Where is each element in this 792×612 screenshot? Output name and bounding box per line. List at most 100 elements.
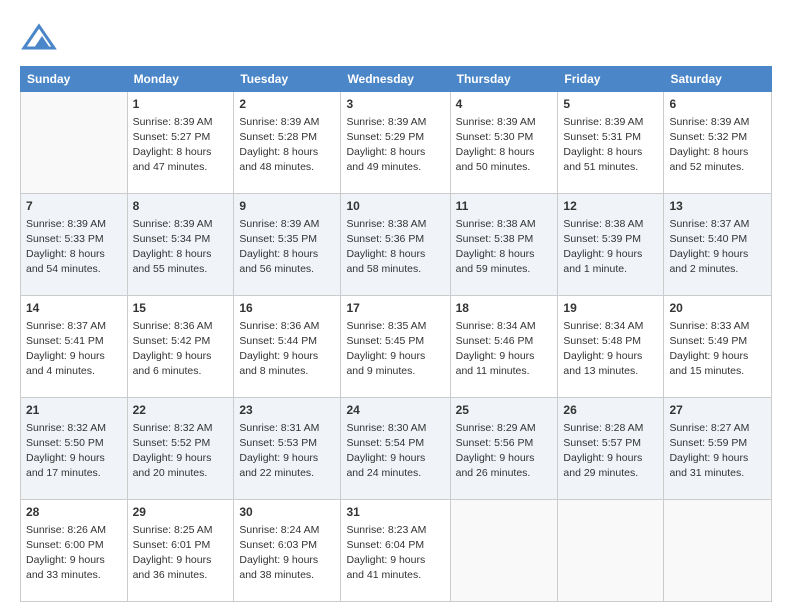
calendar-cell: 29 Sunrise: 8:25 AM Sunset: 6:01 PM Dayli… [127, 500, 234, 602]
logo [20, 18, 60, 56]
calendar-cell: 10 Sunrise: 8:38 AM Sunset: 5:36 PM Dayli… [341, 194, 450, 296]
day-content: Sunrise: 8:34 AM Sunset: 5:48 PM Dayligh… [563, 319, 658, 380]
header-day-monday: Monday [127, 67, 234, 92]
day-number: 31 [346, 504, 444, 521]
day-number: 7 [26, 198, 122, 215]
day-number: 27 [669, 402, 766, 419]
calendar-cell: 22 Sunrise: 8:32 AM Sunset: 5:52 PM Dayli… [127, 398, 234, 500]
header-day-tuesday: Tuesday [234, 67, 341, 92]
day-number: 15 [133, 300, 229, 317]
day-number: 3 [346, 96, 444, 113]
week-row-1: 1 Sunrise: 8:39 AM Sunset: 5:27 PM Daylig… [21, 92, 772, 194]
day-number: 6 [669, 96, 766, 113]
calendar-cell: 17 Sunrise: 8:35 AM Sunset: 5:45 PM Dayli… [341, 296, 450, 398]
day-content: Sunrise: 8:28 AM Sunset: 5:57 PM Dayligh… [563, 421, 658, 482]
calendar-cell [450, 500, 558, 602]
calendar-cell: 3 Sunrise: 8:39 AM Sunset: 5:29 PM Daylig… [341, 92, 450, 194]
page: SundayMondayTuesdayWednesdayThursdayFrid… [0, 0, 792, 612]
calendar-cell: 15Sunrise: 8:36 AM Sunset: 5:42 PM Dayli… [127, 296, 234, 398]
calendar-cell: 25 Sunrise: 8:29 AM Sunset: 5:56 PM Dayli… [450, 398, 558, 500]
header-row: SundayMondayTuesdayWednesdayThursdayFrid… [21, 67, 772, 92]
day-content: Sunrise: 8:23 AM Sunset: 6:04 PM Dayligh… [346, 523, 444, 584]
header-day-thursday: Thursday [450, 67, 558, 92]
day-content: Sunrise: 8:36 AM Sunset: 5:44 PM Dayligh… [239, 319, 335, 380]
calendar-body: 1 Sunrise: 8:39 AM Sunset: 5:27 PM Daylig… [21, 92, 772, 602]
calendar-cell: 18 Sunrise: 8:34 AM Sunset: 5:46 PM Dayli… [450, 296, 558, 398]
calendar-cell: 19 Sunrise: 8:34 AM Sunset: 5:48 PM Dayli… [558, 296, 664, 398]
calendar-cell [558, 500, 664, 602]
day-content: Sunrise: 8:32 AM Sunset: 5:50 PM Dayligh… [26, 421, 122, 482]
day-number: 19 [563, 300, 658, 317]
week-row-4: 21 Sunrise: 8:32 AM Sunset: 5:50 PM Dayli… [21, 398, 772, 500]
day-content: Sunrise: 8:35 AM Sunset: 5:45 PM Dayligh… [346, 319, 444, 380]
week-row-2: 7 Sunrise: 8:39 AM Sunset: 5:33 PM Daylig… [21, 194, 772, 296]
day-content: Sunrise: 8:39 AM Sunset: 5:31 PM Dayligh… [563, 115, 658, 176]
day-content: Sunrise: 8:37 AM Sunset: 5:40 PM Dayligh… [669, 217, 766, 278]
day-content: Sunrise: 8:39 AM Sunset: 5:30 PM Dayligh… [456, 115, 553, 176]
day-content: Sunrise: 8:39 AM Sunset: 5:28 PM Dayligh… [239, 115, 335, 176]
calendar-cell [664, 500, 772, 602]
day-number: 29 [133, 504, 229, 521]
calendar-header: SundayMondayTuesdayWednesdayThursdayFrid… [21, 67, 772, 92]
day-content: Sunrise: 8:27 AM Sunset: 5:59 PM Dayligh… [669, 421, 766, 482]
calendar-cell [21, 92, 128, 194]
calendar-cell: 30 Sunrise: 8:24 AM Sunset: 6:03 PM Dayli… [234, 500, 341, 602]
calendar-cell: 16 Sunrise: 8:36 AM Sunset: 5:44 PM Dayli… [234, 296, 341, 398]
calendar-cell: 5Sunrise: 8:39 AM Sunset: 5:31 PM Daylig… [558, 92, 664, 194]
calendar-cell: 23 Sunrise: 8:31 AM Sunset: 5:53 PM Dayli… [234, 398, 341, 500]
day-content: Sunrise: 8:34 AM Sunset: 5:46 PM Dayligh… [456, 319, 553, 380]
day-number: 22 [133, 402, 229, 419]
day-content: Sunrise: 8:26 AM Sunset: 6:00 PM Dayligh… [26, 523, 122, 584]
day-content: Sunrise: 8:24 AM Sunset: 6:03 PM Dayligh… [239, 523, 335, 584]
day-content: Sunrise: 8:39 AM Sunset: 5:35 PM Dayligh… [239, 217, 335, 278]
calendar-cell: 26 Sunrise: 8:28 AM Sunset: 5:57 PM Dayli… [558, 398, 664, 500]
header [20, 18, 772, 56]
day-number: 28 [26, 504, 122, 521]
calendar-cell: 8 Sunrise: 8:39 AM Sunset: 5:34 PM Daylig… [127, 194, 234, 296]
calendar-cell: 2Sunrise: 8:39 AM Sunset: 5:28 PM Daylig… [234, 92, 341, 194]
calendar-cell: 7 Sunrise: 8:39 AM Sunset: 5:33 PM Daylig… [21, 194, 128, 296]
day-number: 1 [133, 96, 229, 113]
day-content: Sunrise: 8:39 AM Sunset: 5:34 PM Dayligh… [133, 217, 229, 278]
day-number: 26 [563, 402, 658, 419]
day-content: Sunrise: 8:25 AM Sunset: 6:01 PM Dayligh… [133, 523, 229, 584]
day-number: 25 [456, 402, 553, 419]
header-day-saturday: Saturday [664, 67, 772, 92]
calendar-cell: 6 Sunrise: 8:39 AM Sunset: 5:32 PM Daylig… [664, 92, 772, 194]
day-number: 24 [346, 402, 444, 419]
day-number: 14 [26, 300, 122, 317]
day-number: 23 [239, 402, 335, 419]
day-content: Sunrise: 8:39 AM Sunset: 5:29 PM Dayligh… [346, 115, 444, 176]
day-number: 10 [346, 198, 444, 215]
day-number: 12 [563, 198, 658, 215]
day-number: 4 [456, 96, 553, 113]
day-content: Sunrise: 8:37 AM Sunset: 5:41 PM Dayligh… [26, 319, 122, 380]
calendar-cell: 9 Sunrise: 8:39 AM Sunset: 5:35 PM Daylig… [234, 194, 341, 296]
day-number: 30 [239, 504, 335, 521]
day-number: 8 [133, 198, 229, 215]
logo-icon [20, 18, 58, 56]
calendar-cell: 11 Sunrise: 8:38 AM Sunset: 5:38 PM Dayli… [450, 194, 558, 296]
day-content: Sunrise: 8:31 AM Sunset: 5:53 PM Dayligh… [239, 421, 335, 482]
day-content: Sunrise: 8:38 AM Sunset: 5:36 PM Dayligh… [346, 217, 444, 278]
calendar-cell: 21 Sunrise: 8:32 AM Sunset: 5:50 PM Dayli… [21, 398, 128, 500]
day-content: Sunrise: 8:29 AM Sunset: 5:56 PM Dayligh… [456, 421, 553, 482]
day-number: 13 [669, 198, 766, 215]
day-number: 18 [456, 300, 553, 317]
calendar-table: SundayMondayTuesdayWednesdayThursdayFrid… [20, 66, 772, 602]
day-number: 11 [456, 198, 553, 215]
day-content: Sunrise: 8:39 AM Sunset: 5:33 PM Dayligh… [26, 217, 122, 278]
calendar-cell: 13 Sunrise: 8:37 AM Sunset: 5:40 PM Dayli… [664, 194, 772, 296]
calendar-cell: 27 Sunrise: 8:27 AM Sunset: 5:59 PM Dayli… [664, 398, 772, 500]
header-day-sunday: Sunday [21, 67, 128, 92]
day-content: Sunrise: 8:32 AM Sunset: 5:52 PM Dayligh… [133, 421, 229, 482]
calendar-cell: 12Sunrise: 8:38 AM Sunset: 5:39 PM Dayli… [558, 194, 664, 296]
calendar-cell: 24Sunrise: 8:30 AM Sunset: 5:54 PM Dayli… [341, 398, 450, 500]
day-content: Sunrise: 8:38 AM Sunset: 5:38 PM Dayligh… [456, 217, 553, 278]
day-number: 21 [26, 402, 122, 419]
day-content: Sunrise: 8:39 AM Sunset: 5:27 PM Dayligh… [133, 115, 229, 176]
day-number: 9 [239, 198, 335, 215]
day-content: Sunrise: 8:39 AM Sunset: 5:32 PM Dayligh… [669, 115, 766, 176]
day-number: 17 [346, 300, 444, 317]
day-number: 16 [239, 300, 335, 317]
